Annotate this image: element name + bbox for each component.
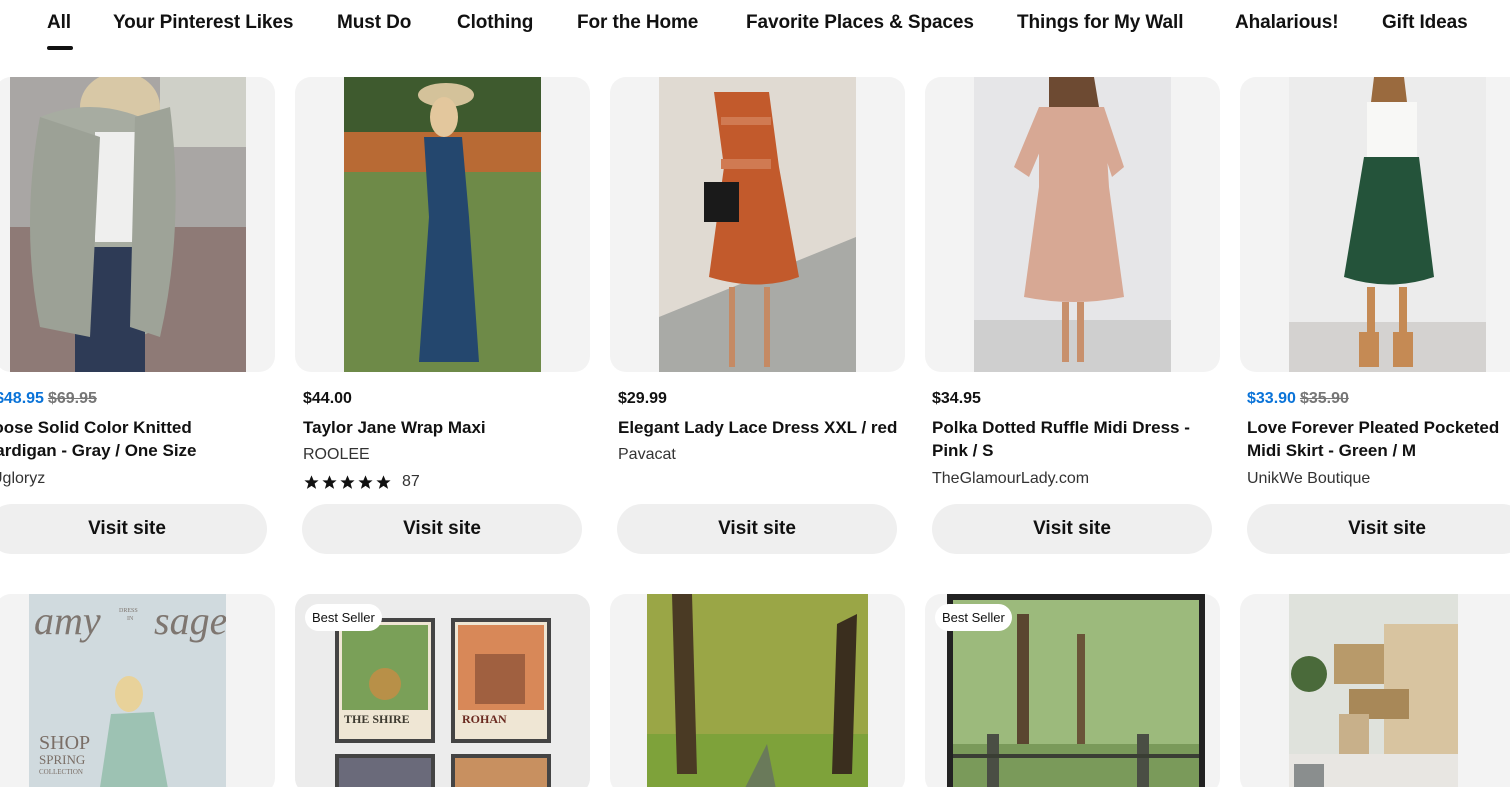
brand-text: amy [34,598,101,643]
star-icon [358,474,373,489]
pin-image[interactable] [610,594,905,787]
tab-clothing[interactable]: Clothing [457,12,533,34]
product-source[interactable]: Ugloryz [0,470,45,488]
product-source[interactable]: TheGlamourLady.com [932,470,1089,488]
star-icon [376,474,391,489]
visit-site-button[interactable]: Visit site [302,504,582,554]
product-pin: $33.90 $35.90 Love Forever Pleated Pocket… [1240,77,1510,557]
original-price: $35.90 [1299,390,1349,407]
product-title[interactable]: Taylor Jane Wrap Maxi [303,416,583,439]
active-tab-indicator [47,46,73,50]
board-section-tabs: All Your Pinterest Likes Must Do Clothin… [0,0,1510,60]
product-title[interactable]: Elegant Lady Lace Dress XXL / red [618,416,908,439]
review-count: 87 [402,473,420,490]
product-title[interactable]: Polka Dotted Ruffle Midi Dress - Pink / … [932,416,1212,462]
svg-text:SPRING: SPRING [39,752,85,767]
product-pin: $44.00 Taylor Jane Wrap Maxi ROOLEE 87 V… [295,77,590,557]
price: $48.95$69.95 [0,390,97,408]
visit-site-button[interactable]: Visit site [617,504,897,554]
pin: amy sage DRESS IN SHOP SPRING COLLECTION [0,594,275,787]
svg-text:DRESS: DRESS [119,608,138,614]
product-pin: $48.95$69.95 Loose Solid Color Knitted C… [0,77,275,557]
pin-image[interactable]: amy sage DRESS IN SHOP SPRING COLLECTION [0,594,275,787]
pin-image[interactable] [1240,594,1510,787]
star-icon [340,474,355,489]
willow-trees-photo [647,594,868,787]
svg-text:COLLECTION: COLLECTION [39,768,83,776]
svg-text:THE SHIRE: THE SHIRE [344,712,410,726]
polka-dress-photo [974,77,1171,372]
tab-things-for-my-wall[interactable]: Things for My Wall [1017,12,1183,34]
best-seller-badge: Best Seller [935,604,1012,631]
pin-image[interactable] [0,77,275,372]
garden-water-feature-photo [1289,594,1458,787]
product-title[interactable]: Loose Solid Color Knitted Cardigan - Gra… [0,416,263,462]
tab-for-the-home[interactable]: For the Home [577,12,698,34]
shop-spring-ad-photo: amy sage DRESS IN SHOP SPRING COLLECTION [29,594,226,787]
product-source[interactable]: ROOLEE [303,446,370,464]
best-seller-badge: Best Seller [305,604,382,631]
product-pin: $34.95 Polka Dotted Ruffle Midi Dress - … [925,77,1220,557]
lace-dress-photo [659,77,856,372]
pin-image[interactable] [1240,77,1510,372]
pin-image[interactable] [295,77,590,372]
price: $33.90 $35.90 [1247,390,1349,408]
visit-site-button[interactable]: Visit site [932,504,1212,554]
product-source[interactable]: Pavacat [618,446,676,464]
sale-price: $33.90 [1247,390,1296,407]
svg-text:ROHAN: ROHAN [462,712,507,726]
product-title[interactable]: Love Forever Pleated Pocketed Midi Skirt… [1247,416,1510,462]
pin: THE SHIRE ROHAN Best Seller [295,594,590,787]
tab-label: All [47,12,71,33]
price: $44.00 [303,390,352,407]
star-rating [303,474,392,491]
pin-image[interactable]: Best Seller [925,594,1220,787]
pin-image[interactable] [610,77,905,372]
brand-text-2: sage [154,598,226,643]
svg-text:SHOP: SHOP [39,732,90,754]
tab-gift-ideas[interactable]: Gift Ideas [1382,12,1468,34]
visit-site-button[interactable]: Visit site [0,504,267,554]
tab-all[interactable]: All [47,12,73,50]
cardigan-photo [10,77,246,372]
star-icon [322,474,337,489]
rating: 87 [303,473,420,491]
maxi-dress-photo [344,77,541,372]
tab-your-pinterest-likes[interactable]: Your Pinterest Likes [113,12,293,34]
tab-favorite-places-spaces[interactable]: Favorite Places & Spaces [746,12,974,34]
product-pin: $29.99 Elegant Lady Lace Dress XXL / red… [610,77,905,557]
price: $29.99 [618,390,667,407]
sale-price: $48.95 [0,390,44,407]
product-source[interactable]: UnikWe Boutique [1247,470,1370,488]
pin [1240,594,1510,787]
original-price: $69.95 [47,390,97,407]
pin [610,594,905,787]
pin-image[interactable] [925,77,1220,372]
price: $34.95 [932,390,981,407]
pin: Best Seller [925,594,1220,787]
pin-image[interactable]: THE SHIRE ROHAN Best Seller [295,594,590,787]
svg-text:IN: IN [127,616,134,622]
pleated-skirt-photo [1289,77,1486,372]
tab-ahalarious[interactable]: Ahalarious! [1235,12,1339,34]
star-icon [304,474,319,489]
tab-must-do[interactable]: Must Do [337,12,411,34]
visit-site-button[interactable]: Visit site [1247,504,1510,554]
